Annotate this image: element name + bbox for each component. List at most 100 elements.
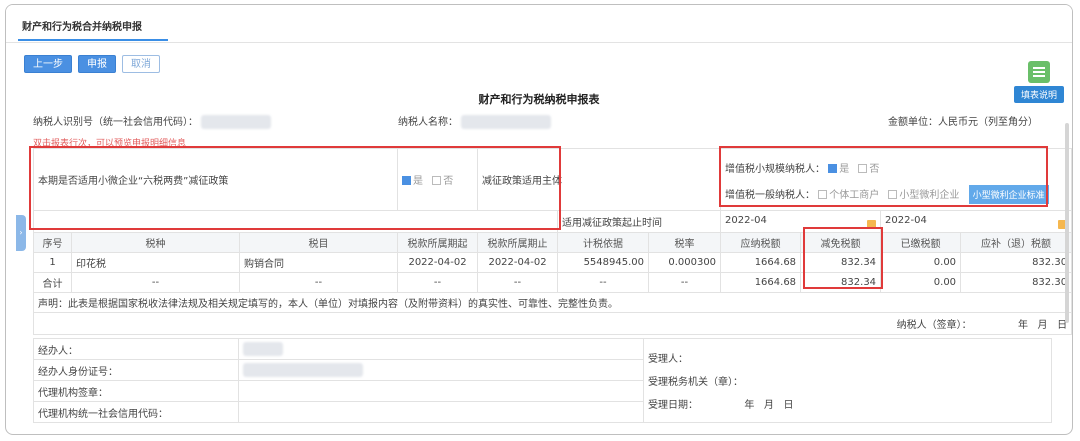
handler-redacted (243, 342, 283, 356)
row-to: 2022-04-02 (477, 252, 559, 273)
row-payable: 1664.68 (720, 252, 802, 273)
receiver-block: 受理人： 受理税务机关（章）： 受理日期： 年 月 日 (643, 338, 1052, 423)
yes-label: 是 (413, 176, 424, 187)
micro-label: 小型微利企业 (899, 189, 960, 201)
row-basis: 5548945.00 (557, 252, 650, 273)
subject-options-cell: 增值税小规模纳税人： 是 否 增值税一般纳税人： 个体工商户 小型微利企业 小型… (720, 148, 1072, 211)
handler-id-value[interactable] (238, 359, 644, 381)
col-from: 税款所属期起 (397, 232, 479, 253)
toolbar: 上一步 申报 取消 (24, 55, 160, 73)
small-scale-no-label: 否 (869, 163, 880, 175)
no-checkbox[interactable] (432, 176, 442, 185)
sign-label: 纳税人（签章）： (896, 320, 972, 331)
row-no: 1 (33, 252, 72, 273)
vertical-scrollbar[interactable] (1065, 123, 1069, 323)
receiver-label: 受理人： (648, 354, 688, 365)
subject-label: 减征政策适用主体 (482, 176, 563, 187)
tab-bar: 财产和行为税合并纳税申报 (6, 5, 1072, 43)
active-tab-indicator (18, 39, 168, 41)
col-paid: 已缴税额 (880, 232, 962, 253)
row-from: 2022-04-02 (397, 252, 479, 273)
six-tax-options: 是 否 (397, 148, 479, 211)
sign-cell: 纳税人（签章）： 年 月 日 (32, 312, 1072, 335)
calendar-icon[interactable] (867, 219, 877, 229)
total-label: 合计 (33, 272, 72, 293)
handler-id-label: 经办人身份证号： (33, 359, 239, 381)
col-to: 税款所属期止 (477, 232, 559, 253)
no-label: 否 (443, 176, 454, 187)
row-tax: 印花税 (71, 252, 240, 273)
sign-month: 月 (1037, 320, 1048, 331)
prev-button[interactable]: 上一步 (24, 55, 72, 73)
taxpayer-name-value-redacted (461, 115, 552, 129)
col-payable: 应纳税额 (720, 232, 802, 253)
general-label: 增值税一般纳税人： (725, 189, 816, 201)
total-row: 合计 -- -- -- -- -- -- 1664.68 832.34 0.00… (33, 272, 1072, 293)
total-dash: -- (477, 272, 559, 293)
micro-checkbox[interactable] (888, 189, 898, 199)
total-dash: -- (648, 272, 722, 293)
agency-seal-label: 代理机构签章： (33, 380, 239, 402)
agency-code-label: 代理机构统一社会信用代码： (33, 401, 239, 423)
submit-button[interactable]: 申报 (78, 55, 116, 73)
agency-code-value[interactable] (238, 401, 644, 423)
yes-checkbox[interactable] (402, 176, 412, 185)
handler-table: 经办人： 受理人： 受理税务机关（章）： 受理日期： 年 月 日 经办人身份证号… (33, 338, 1052, 423)
amount-unit: 金额单位：人民币元（列至角分） (888, 117, 1038, 128)
row-rate: 0.000300 (648, 252, 722, 273)
taxpayer-id-label: 纳税人识别号（统一社会信用代码）： (33, 117, 198, 128)
small-scale-yes-checkbox[interactable] (828, 163, 838, 173)
cancel-button[interactable]: 取消 (122, 55, 160, 73)
individual-label: 个体工商户 (829, 189, 880, 201)
total-dash: -- (238, 272, 399, 293)
individual-checkbox[interactable] (818, 189, 828, 199)
period-label: 适用减征政策起止时间 (562, 218, 663, 229)
receive-day: 日 (783, 400, 794, 411)
total-dash: -- (397, 272, 479, 293)
subject-cell: 减征政策适用主体 (477, 148, 722, 211)
col-relief: 减免税额 (800, 232, 882, 253)
handler-value[interactable] (238, 338, 644, 360)
receive-date-row: 受理日期： 年 月 日 (648, 396, 1047, 411)
small-scale-no-checkbox[interactable] (858, 163, 868, 173)
six-tax-cell: 本期是否适用小微企业“六税两费”减征政策 (32, 148, 399, 211)
six-tax-label: 本期是否适用小微企业“六税两费”减征政策 (38, 176, 229, 187)
total-relief: 832.34 (800, 272, 882, 293)
tab-tax-declaration[interactable]: 财产和行为税合并纳税申报 (22, 18, 142, 33)
row-paid: 0.00 (880, 252, 962, 273)
declaration-text: 声明：此表是根据国家税收法律法规及相关规定填写的，本人（单位）对填报内容（及附带… (32, 292, 1072, 313)
receive-year: 年 (744, 400, 755, 411)
period-end[interactable]: 2022-04 (885, 215, 927, 226)
side-expand-handle[interactable]: › (16, 215, 26, 251)
handler-id-redacted (243, 363, 363, 377)
sign-row: 纳税人（签章）： 年 月 日 (32, 312, 1072, 335)
row-relief: 832.34 (800, 252, 882, 273)
policy-row: 本期是否适用小微企业“六税两费”减征政策 是 否 减征政策适用主体 增值税小规模… (32, 148, 1072, 211)
taxpayer-id-value-redacted (201, 115, 272, 129)
taxpayer-id-row: 纳税人识别号（统一社会信用代码）： (33, 113, 272, 129)
row-item: 购销合同 (238, 252, 399, 273)
table-header: 序号 税种 税目 税款所属期起 税款所属期止 计税依据 税率 应纳税额 减免税额… (33, 232, 1072, 253)
col-basis: 计税依据 (557, 232, 650, 253)
total-paid: 0.00 (880, 272, 962, 293)
row-due: 832.30 (960, 252, 1072, 273)
period-start[interactable]: 2022-04 (725, 215, 767, 226)
table-row[interactable]: 1 印花税 购销合同 2022-04-02 2022-04-02 5548945… (33, 252, 1072, 273)
total-payable: 1664.68 (720, 272, 802, 293)
col-due: 应补（退）税额 (960, 232, 1072, 253)
period-start-cell[interactable]: 2022-04 (720, 210, 882, 233)
declaration-table: 本期是否适用小微企业“六税两费”减征政策 是 否 减征政策适用主体 增值税小规模… (32, 148, 1072, 335)
total-dash: -- (557, 272, 650, 293)
agency-seal-value[interactable] (238, 380, 644, 402)
taxpayer-name-row: 纳税人名称： (398, 113, 552, 129)
general-row: 增值税一般纳税人： 个体工商户 小型微利企业 小型微利企业标准 (725, 184, 1067, 204)
total-due: 832.30 (960, 272, 1072, 293)
micro-standard-button[interactable]: 小型微利企业标准 (968, 184, 1049, 204)
document-icon[interactable] (1028, 61, 1050, 83)
declaration-row: 声明：此表是根据国家税收法律法规及相关规定填写的，本人（单位）对填报内容（及附带… (32, 292, 1072, 313)
sign-year: 年 (1017, 320, 1028, 331)
period-cell: 适用减征政策起止时间 (557, 210, 722, 233)
receive-month: 月 (763, 400, 774, 411)
col-item: 税目 (238, 232, 399, 253)
period-end-cell[interactable]: 2022-04 (880, 210, 1072, 233)
